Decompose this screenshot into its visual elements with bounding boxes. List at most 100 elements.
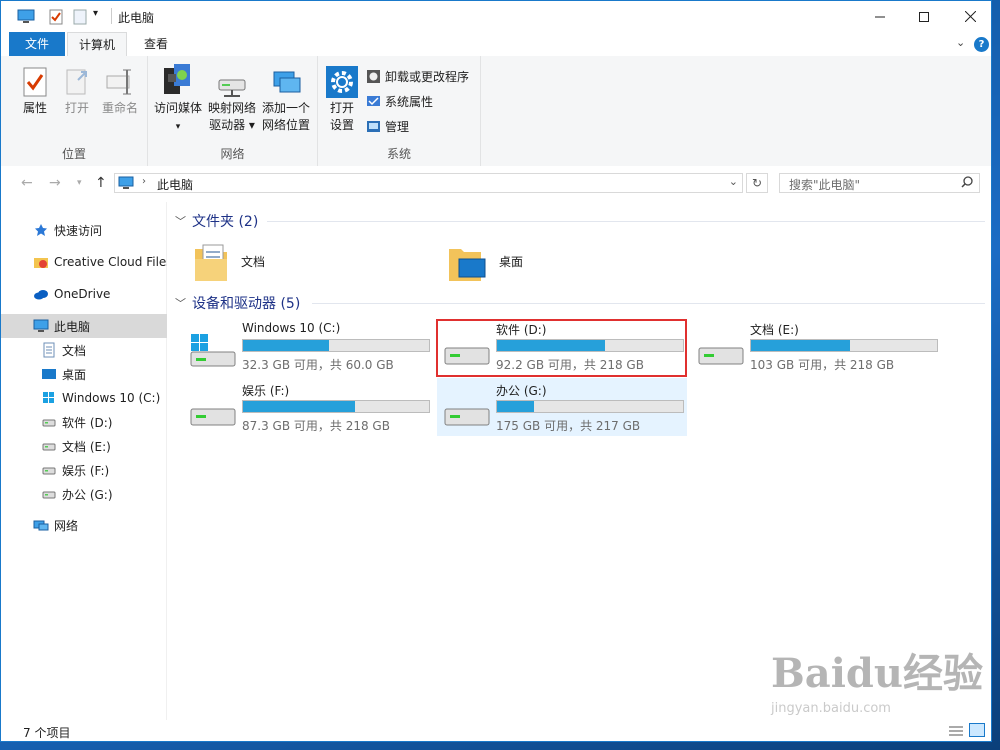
- group-label-location: 位置: [61, 147, 86, 161]
- recent-locations-dropdown-icon[interactable]: ▾: [77, 178, 82, 188]
- drive-icon: [443, 393, 491, 434]
- minimize-button[interactable]: [857, 1, 903, 32]
- details-view-icon[interactable]: [949, 725, 963, 740]
- section-header-devices[interactable]: ﹀ 设备和驱动器 (5): [175, 293, 300, 313]
- forward-arrow-icon[interactable]: →: [49, 175, 61, 191]
- group-label-network: 网络: [220, 147, 245, 161]
- open-icon: [66, 69, 87, 95]
- search-icon[interactable]: [961, 176, 973, 191]
- drive-tile-f[interactable]: 娱乐 (F:) 87.3 GB 可用，共 218 GB: [185, 379, 435, 437]
- title-bar: ▾ 此电脑: [1, 1, 991, 32]
- drive-tile-g[interactable]: 办公 (G:) 175 GB 可用，共 217 GB: [437, 378, 687, 436]
- drive-usage-bar: [496, 400, 684, 413]
- windows-drive-icon: [41, 390, 57, 406]
- navigation-bar: ← → ▾ ↑ › 此电脑 ⌄ ↻ 搜索"此电脑": [1, 166, 991, 202]
- group-label-system: 系统: [386, 147, 411, 161]
- drive-usage-bar: [496, 339, 684, 352]
- rename-button[interactable]: 重命名: [99, 62, 141, 117]
- star-icon: [33, 222, 49, 238]
- system-properties-icon: [367, 95, 380, 106]
- window-title: 此电脑: [118, 11, 155, 25]
- network-icon: [33, 517, 49, 533]
- large-icons-view-icon[interactable]: [969, 723, 985, 737]
- quick-access-dropdown-icon[interactable]: ▾: [93, 8, 98, 19]
- expand-ribbon-icon[interactable]: ⌄: [956, 36, 965, 49]
- drive-tile-d[interactable]: 软件 (D:) 92.2 GB 可用，共 218 GB: [439, 318, 689, 376]
- document-icon: [41, 342, 57, 358]
- properties-button[interactable]: 属性: [15, 62, 55, 117]
- maximize-button[interactable]: [901, 1, 947, 32]
- baidu-watermark: Baidu经验: [771, 650, 983, 697]
- close-button[interactable]: [947, 1, 991, 32]
- creative-cloud-folder-icon: [33, 254, 49, 270]
- properties-quick-icon[interactable]: [49, 9, 63, 28]
- uninstall-program-button[interactable]: 卸载或更改程序: [366, 66, 469, 86]
- address-dropdown-icon[interactable]: ⌄: [729, 175, 738, 188]
- media-icon: [164, 64, 190, 94]
- group-location: 属性 打开 重命名 位置: [1, 56, 148, 166]
- breadcrumb-chevron-icon[interactable]: ›: [142, 176, 146, 187]
- settings-gear-icon: [326, 66, 358, 98]
- add-network-location-button[interactable]: 添加一个 网络位置: [260, 62, 312, 134]
- access-media-button[interactable]: 访问媒体 ▾: [152, 62, 204, 136]
- new-folder-quick-icon[interactable]: [73, 9, 87, 28]
- drive-icon: [41, 438, 57, 454]
- documents-folder-icon: [195, 244, 227, 281]
- onedrive-cloud-icon: [33, 286, 49, 302]
- uninstall-icon: [367, 69, 380, 83]
- drive-icon: [697, 332, 745, 373]
- refresh-button[interactable]: ↻: [746, 173, 768, 193]
- rename-icon: [106, 69, 131, 95]
- breadcrumb-this-pc[interactable]: 此电脑: [157, 176, 193, 193]
- computer-icon: [33, 318, 49, 334]
- manage-button[interactable]: 管理: [366, 116, 409, 136]
- folder-desktop[interactable]: 桌面: [447, 236, 667, 286]
- properties-icon: [23, 67, 47, 97]
- group-network: 访问媒体 ▾ 映射网络 驱动器 ▾ 添加一个 网络位置 网络: [148, 56, 318, 166]
- ribbon: 属性 打开 重命名 位置 访问媒体 ▾ 映射网络 驱动器 ▾ 添加一个 网络位置…: [1, 56, 991, 167]
- drive-icon: [41, 414, 57, 430]
- back-arrow-icon[interactable]: ←: [21, 175, 33, 191]
- drive-icon: [41, 486, 57, 502]
- open-settings-button[interactable]: 打开 设置: [324, 62, 360, 134]
- windows-drive-icon: [189, 332, 237, 373]
- tab-file[interactable]: 文件: [9, 32, 65, 56]
- explorer-window: ▾ 此电脑 文件 计算机 查看 ⌄ ? 属性 打开 重命名 位置 访问媒体 ▾ …: [0, 0, 992, 742]
- status-bar: 7 个项目: [1, 720, 991, 741]
- baidu-watermark-url: jingyan.baidu.com: [771, 701, 891, 716]
- folder-documents[interactable]: 文档: [193, 236, 413, 286]
- drive-icon: [41, 462, 57, 478]
- search-box[interactable]: 搜索"此电脑": [779, 173, 980, 193]
- open-button[interactable]: 打开: [59, 62, 95, 117]
- drive-usage-bar: [242, 339, 430, 352]
- group-system: 打开 设置 卸载或更改程序 系统属性 管理 系统: [318, 56, 481, 166]
- address-bar[interactable]: › 此电脑 ⌄: [114, 173, 743, 193]
- map-network-drive-button[interactable]: 映射网络 驱动器 ▾: [206, 62, 258, 134]
- drive-usage-bar: [242, 400, 430, 413]
- help-button[interactable]: ?: [974, 37, 989, 52]
- manage-icon: [367, 120, 380, 132]
- tab-view[interactable]: 查看: [131, 32, 181, 56]
- chevron-down-icon: ﹀: [175, 215, 186, 228]
- drive-tile-c[interactable]: Windows 10 (C:) 32.3 GB 可用，共 60.0 GB: [185, 318, 435, 376]
- item-count: 7 个项目: [23, 726, 71, 740]
- drive-usage-bar: [750, 339, 938, 352]
- network-location-icon: [273, 71, 301, 93]
- system-properties-button[interactable]: 系统属性: [366, 91, 433, 111]
- up-arrow-icon[interactable]: ↑: [95, 175, 107, 191]
- network-drive-icon: [218, 79, 246, 97]
- computer-icon: [17, 9, 35, 27]
- section-header-folders[interactable]: ﹀ 文件夹 (2): [175, 211, 258, 231]
- drive-tile-e[interactable]: 文档 (E:) 103 GB 可用，共 218 GB: [693, 318, 943, 376]
- search-placeholder: 搜索"此电脑": [789, 178, 861, 192]
- chevron-down-icon: ﹀: [175, 297, 186, 310]
- section-divider: [312, 303, 985, 304]
- ribbon-tabs: 文件 计算机 查看 ⌄ ?: [1, 32, 991, 57]
- desktop-folder-icon: [449, 249, 486, 281]
- tab-computer[interactable]: 计算机: [67, 32, 127, 57]
- navigation-pane: 快速访问 Creative Cloud Files OneDrive 此电脑 文…: [1, 202, 198, 720]
- drive-icon: [189, 393, 237, 434]
- section-divider: [267, 221, 985, 222]
- drive-icon: [443, 332, 491, 373]
- computer-icon: [118, 176, 134, 193]
